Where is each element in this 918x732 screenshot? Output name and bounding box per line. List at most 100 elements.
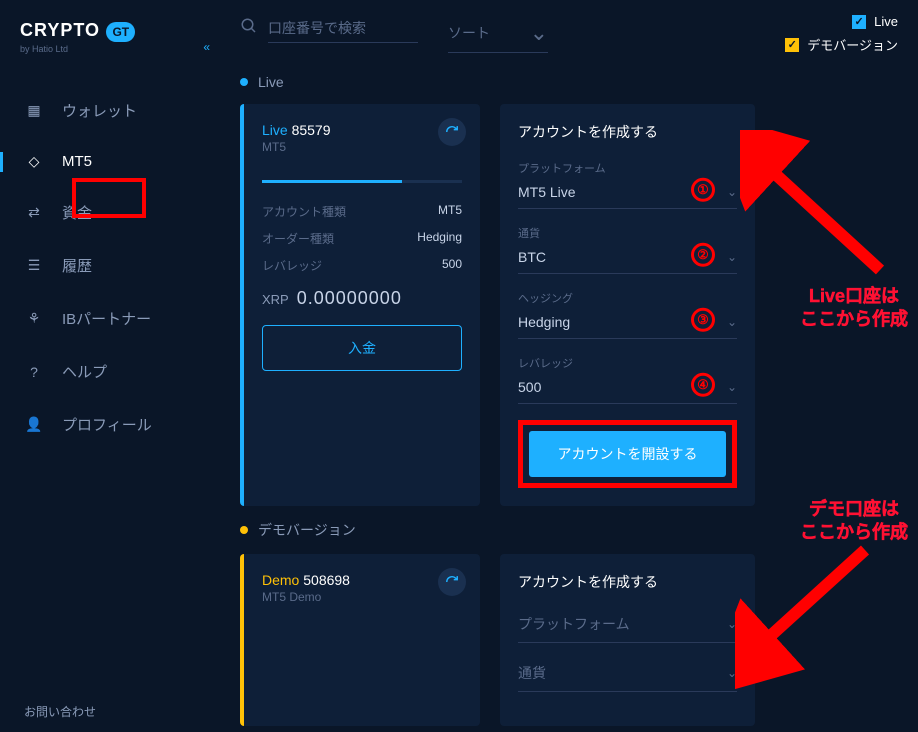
card-title: Live 85579 [262,122,462,138]
create-demo-account-card: アカウントを作成する プラットフォーム ⌄ 通貨 ⌄ [500,554,755,726]
partner-icon: ⚘ [24,310,44,327]
filter-label: Live [874,14,898,29]
field-label: ヘッジング [518,290,737,306]
chevron-down-icon: ⌄ [727,250,737,264]
chevron-down-icon: ⌄ [727,380,737,394]
field-label: プラットフォーム [518,160,737,176]
select-value: Hedging [518,314,570,330]
chevron-down-icon: ⌄ [727,666,737,680]
info-value: Hedging [417,230,462,247]
annotation-3: ③ [691,307,715,331]
sidebar-item-label: プロフィール [62,414,152,435]
section-live-header: Live [240,74,898,90]
annotation-4: ④ [691,372,715,396]
checkbox-checked-icon: ✓ [785,38,799,52]
sort-select[interactable]: ソート ⌄ [448,14,548,53]
account-tag: Live [262,122,288,138]
form-title: アカウントを作成する [518,122,737,142]
platform-field: プラットフォーム ⌄ [518,610,737,643]
sidebar-item-help[interactable]: ? ヘルプ [0,345,220,398]
demo-account-card[interactable]: Demo 508698 MT5 Demo [240,554,480,726]
refresh-button[interactable] [438,118,466,146]
section-title: デモバージョン [258,520,356,540]
sidebar-item-label: MT5 [62,153,92,170]
annotation-text-live: Live口座はここから作成 [800,285,908,332]
deposit-button[interactable]: 入金 [262,325,462,371]
annotation-text-demo: デモ口座はここから作成 [800,498,908,545]
hedging-field: ヘッジング Hedging ⌄ ③ [518,290,737,339]
section-title: Live [258,74,284,90]
balance-amount: 0.00000000 [297,288,402,309]
contact-link[interactable]: お問い合わせ [24,703,96,720]
help-icon: ? [24,364,44,380]
select-value: MT5 Live [518,184,576,200]
dot-icon [240,526,248,534]
refresh-button[interactable] [438,568,466,596]
live-account-card[interactable]: Live 85579 MT5 アカウント種類 MT5 オーダー種類 Hedgin… [240,104,480,506]
sidebar-item-label: IBパートナー [62,308,151,329]
sidebar-item-mt5[interactable]: ◇ MT5 [0,137,220,186]
sidebar-item-profile[interactable]: 👤 プロフィール [0,398,220,451]
info-label: アカウント種類 [262,203,346,220]
sort-label: ソート [448,23,490,43]
search-wrap [240,14,418,43]
collapse-sidebar-button[interactable]: « [203,40,210,54]
platform-select[interactable]: プラットフォーム ⌄ [518,610,737,643]
select-placeholder: プラットフォーム [518,614,630,634]
info-account-type: アカウント種類 MT5 [262,203,462,220]
account-number: 508698 [303,572,350,588]
sidebar-item-wallet[interactable]: ▦ ウォレット [0,84,220,137]
topbar: ソート ⌄ ✓ Live ✓ デモバージョン [240,14,898,54]
annotation-2: ② [691,242,715,266]
logo: CRYPTO GT by Hatio Ltd « [0,20,220,84]
main-content: ソート ⌄ ✓ Live ✓ デモバージョン Live Live 85579 M… [220,0,918,732]
info-leverage: レバレッジ 500 [262,257,462,274]
info-order-type: オーダー種類 Hedging [262,230,462,247]
currency-select[interactable]: 通貨 ⌄ [518,659,737,692]
checkbox-checked-icon: ✓ [852,15,866,29]
currency-field: 通貨 ⌄ [518,659,737,692]
annotation-highlight-submit: アカウントを開設する [518,420,737,488]
filter-label: デモバージョン [807,35,898,54]
logo-subtitle: by Hatio Ltd [20,44,200,54]
logo-badge: GT [106,22,135,42]
sidebar: CRYPTO GT by Hatio Ltd « ▦ ウォレット ◇ MT5 ⇄… [0,0,220,732]
sidebar-item-ib[interactable]: ⚘ IBパートナー [0,292,220,345]
annotation-1: ① [691,177,715,201]
balance-display: XRP 0.00000000 [262,288,462,309]
info-value: MT5 [438,203,462,220]
info-label: レバレッジ [262,257,322,274]
sidebar-item-label: 履歴 [62,255,92,276]
chevron-down-icon: ⌄ [727,315,737,329]
dot-icon [240,78,248,86]
create-account-button[interactable]: アカウントを開設する [529,431,726,477]
search-input[interactable] [268,14,418,43]
history-icon: ☰ [24,257,44,274]
chevron-down-icon: ⌄ [530,20,548,46]
sidebar-item-label: ヘルプ [62,361,107,382]
logo-brand: CRYPTO [20,20,100,40]
account-platform: MT5 [262,140,462,154]
balance-currency: XRP [262,292,289,307]
select-value: BTC [518,249,546,265]
sidebar-item-label: 資金 [62,202,92,223]
sidebar-item-history[interactable]: ☰ 履歴 [0,239,220,292]
sidebar-item-funds[interactable]: ⇄ 資金 [0,186,220,239]
field-label: レバレッジ [518,355,737,371]
account-platform: MT5 Demo [262,590,462,604]
leverage-field: レバレッジ 500 ⌄ ④ [518,355,737,404]
funds-icon: ⇄ [24,204,44,221]
sidebar-item-label: ウォレット [62,100,137,121]
profile-icon: 👤 [24,416,44,433]
platform-field: プラットフォーム MT5 Live ⌄ ① [518,160,737,209]
chevron-down-icon: ⌄ [727,617,737,631]
field-label: 通貨 [518,225,737,241]
filter-demo[interactable]: ✓ デモバージョン [785,35,898,54]
account-number: 85579 [292,122,331,138]
create-live-account-card: アカウントを作成する プラットフォーム MT5 Live ⌄ ① 通貨 BTC … [500,104,755,506]
currency-field: 通貨 BTC ⌄ ② [518,225,737,274]
info-label: オーダー種類 [262,230,334,247]
progress-bar [262,180,462,183]
demo-row: Demo 508698 MT5 Demo アカウントを作成する プラットフォーム… [240,554,898,726]
filter-live[interactable]: ✓ Live [785,14,898,29]
